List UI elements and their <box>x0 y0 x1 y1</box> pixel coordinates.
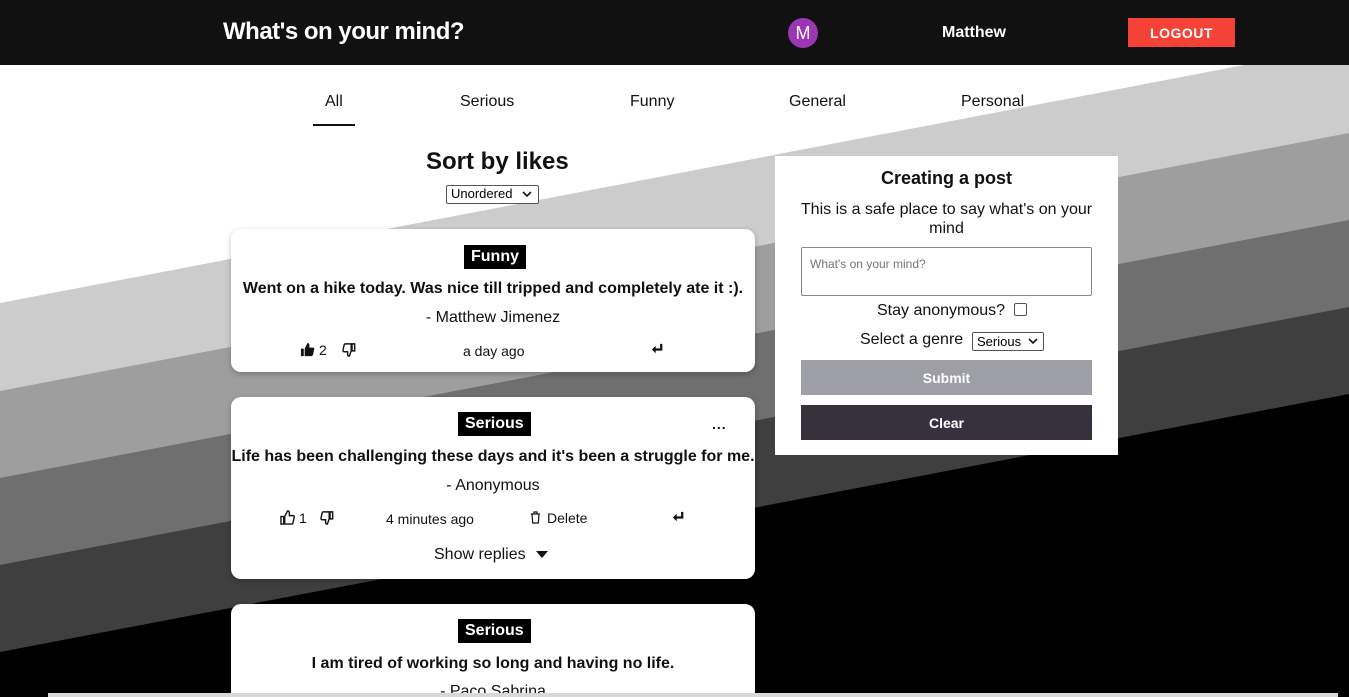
sort-title: Sort by likes <box>426 148 569 175</box>
tab-personal[interactable]: Personal <box>961 93 1024 111</box>
reply-icon[interactable] <box>651 343 664 356</box>
create-post-title: Creating a post <box>880 168 1013 188</box>
reply-icon[interactable] <box>672 511 685 524</box>
like-count: 2 <box>319 342 327 358</box>
post-input[interactable] <box>801 247 1092 296</box>
clear-button[interactable]: Clear <box>801 405 1092 440</box>
post-author: - Anonymous <box>446 477 540 494</box>
create-post-subtitle: This is a safe place to say what's on yo… <box>800 201 1093 237</box>
delete-button[interactable]: Delete <box>547 510 587 526</box>
app-title: What's on your mind? <box>223 18 465 45</box>
thumbs-down-icon[interactable] <box>342 343 356 357</box>
anonymous-checkbox[interactable] <box>1014 303 1027 316</box>
show-replies-label: Show replies <box>434 546 526 563</box>
post-card: Serious I am tired of working so long an… <box>231 604 755 697</box>
user-avatar[interactable]: M <box>788 18 818 48</box>
username: Matthew <box>942 24 1006 41</box>
trash-icon[interactable] <box>530 511 541 524</box>
post-timestamp: a day ago <box>463 343 525 359</box>
chevron-down-icon <box>1028 338 1038 345</box>
submit-button[interactable]: Submit <box>801 360 1092 395</box>
logout-button[interactable]: LOGOUT <box>1128 18 1235 47</box>
tab-all[interactable]: All <box>313 93 355 126</box>
post-author: - Matthew Jimenez <box>425 309 561 326</box>
post-text: I am tired of working so long and having… <box>311 655 675 672</box>
thumbs-up-icon[interactable] <box>280 510 295 525</box>
genre-tag: Funny <box>464 245 526 269</box>
genre-select-value: Serious <box>977 334 1022 349</box>
top-header: What's on your mind? M Matthew LOGOUT <box>0 0 1349 65</box>
thumbs-up-filled-icon[interactable] <box>300 342 315 357</box>
tab-general[interactable]: General <box>789 93 846 111</box>
create-post-panel: Creating a post This is a safe place to … <box>775 156 1118 455</box>
post-text: Life has been challenging these days and… <box>231 448 755 465</box>
anonymous-label: Stay anonymous? <box>877 302 1006 319</box>
post-card: Serious ... Life has been challenging th… <box>231 397 755 579</box>
genre-tag: Serious <box>458 619 531 643</box>
caret-down-icon <box>536 551 549 558</box>
show-replies-button[interactable]: Show replies <box>434 546 549 564</box>
post-card: Funny Went on a hike today. Was nice til… <box>231 229 755 372</box>
post-timestamp: 4 minutes ago <box>386 511 474 527</box>
genre-tag: Serious <box>458 412 531 436</box>
thumbs-down-icon[interactable] <box>320 511 334 525</box>
post-text: Went on a hike today. Was nice till trip… <box>242 280 744 297</box>
horizontal-scrollbar[interactable] <box>48 693 1338 697</box>
genre-select[interactable]: Serious <box>972 332 1044 351</box>
sort-select-value: Unordered <box>451 186 513 201</box>
chevron-down-icon <box>522 191 532 198</box>
sort-select[interactable]: Unordered <box>446 185 539 204</box>
more-options-button[interactable]: ... <box>712 416 727 432</box>
genre-label: Select a genre <box>860 331 964 348</box>
like-count: 1 <box>299 510 307 526</box>
tab-funny[interactable]: Funny <box>630 93 674 111</box>
tab-serious[interactable]: Serious <box>460 93 514 111</box>
